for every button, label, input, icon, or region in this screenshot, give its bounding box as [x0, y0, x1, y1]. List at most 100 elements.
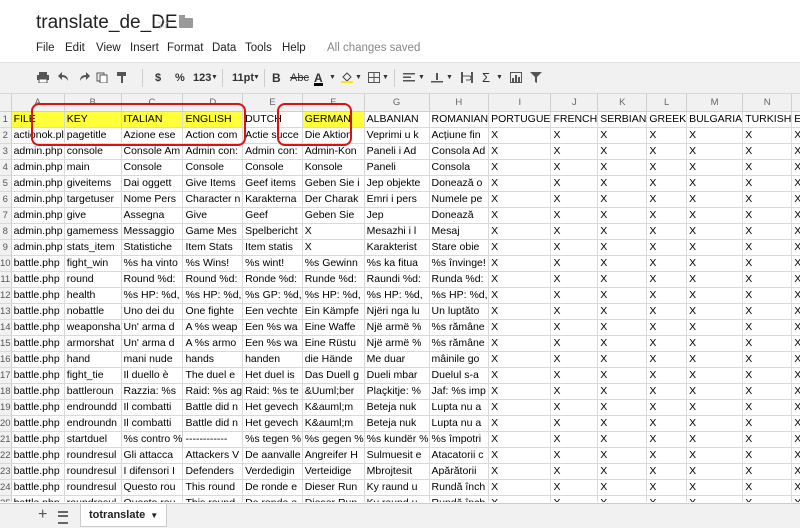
- cell[interactable]: Ky raund u: [364, 479, 430, 496]
- cell[interactable]: X: [791, 447, 800, 464]
- cell[interactable]: give: [64, 207, 122, 224]
- cell[interactable]: X: [597, 207, 648, 224]
- cell[interactable]: Donează o: [429, 175, 490, 192]
- cell[interactable]: main: [64, 159, 122, 176]
- cell[interactable]: X: [302, 239, 365, 256]
- cell[interactable]: X: [550, 399, 599, 416]
- cell[interactable]: battle.php: [11, 303, 65, 320]
- cell[interactable]: Ein Kämpfe: [302, 303, 365, 320]
- cell[interactable]: X: [686, 431, 744, 448]
- cell[interactable]: startduel: [64, 431, 122, 448]
- cell[interactable]: X: [488, 495, 552, 502]
- cell[interactable]: X: [646, 303, 688, 320]
- cell[interactable]: Acțiune fin: [429, 127, 490, 144]
- cell[interactable]: X: [488, 447, 552, 464]
- cell[interactable]: X: [742, 479, 793, 496]
- text-color-button[interactable]: A: [314, 70, 323, 86]
- cell[interactable]: Geef items: [242, 175, 303, 192]
- cell[interactable]: Paneli i Ad: [364, 143, 430, 160]
- cell[interactable]: die Hände: [302, 351, 365, 368]
- cell[interactable]: Game Mes: [182, 223, 244, 240]
- cell[interactable]: X: [550, 319, 599, 336]
- cell[interactable]: X: [488, 479, 552, 496]
- row-header[interactable]: 11: [0, 271, 12, 288]
- cell[interactable]: Spelbericht: [242, 223, 303, 240]
- cell[interactable]: X: [597, 239, 648, 256]
- cell[interactable]: Konsole: [302, 159, 365, 176]
- borders-icon[interactable]: [368, 72, 380, 83]
- cell[interactable]: Het gevech: [242, 415, 303, 432]
- redo-icon[interactable]: [78, 72, 90, 83]
- cell[interactable]: X: [488, 271, 552, 288]
- menu-edit[interactable]: Edit: [65, 42, 85, 54]
- cell[interactable]: Raid: %s te: [242, 383, 303, 400]
- cell[interactable]: X: [686, 463, 744, 480]
- cell[interactable]: X: [791, 127, 800, 144]
- cell[interactable]: BULGARIA: [686, 111, 744, 128]
- cell[interactable]: Character n: [182, 191, 244, 208]
- cell[interactable]: battle.php: [11, 287, 65, 304]
- cell[interactable]: battle.php: [11, 335, 65, 352]
- cell[interactable]: %s kundër %: [364, 431, 430, 448]
- cell[interactable]: X: [791, 351, 800, 368]
- cell[interactable]: Mesazhi i l: [364, 223, 430, 240]
- cell[interactable]: X: [488, 399, 552, 416]
- row-header[interactable]: 8: [0, 223, 12, 240]
- cell[interactable]: X: [791, 191, 800, 208]
- chevron-down-icon[interactable]: ▼: [150, 511, 158, 520]
- column-header-g[interactable]: G: [364, 94, 430, 112]
- cell[interactable]: X: [791, 159, 800, 176]
- cell[interactable]: FRENCH: [550, 111, 599, 128]
- cell[interactable]: X: [646, 127, 688, 144]
- cell[interactable]: %s Wins!: [182, 255, 244, 272]
- cell[interactable]: X: [686, 447, 744, 464]
- cell[interactable]: X: [550, 127, 599, 144]
- cell[interactable]: %s tegen %: [242, 431, 303, 448]
- cell[interactable]: X: [686, 239, 744, 256]
- cell[interactable]: Lupta nu a: [429, 415, 490, 432]
- cell[interactable]: nobattle: [64, 303, 122, 320]
- functions-icon[interactable]: Σ: [482, 70, 490, 86]
- cell[interactable]: Verdedigin: [242, 463, 303, 480]
- cell[interactable]: X: [488, 367, 552, 384]
- cell[interactable]: Een vechte: [242, 303, 303, 320]
- valign-icon[interactable]: [431, 72, 443, 83]
- cell[interactable]: X: [550, 175, 599, 192]
- cell[interactable]: X: [597, 287, 648, 304]
- cell[interactable]: endroundn: [64, 415, 122, 432]
- cell[interactable]: X: [742, 175, 793, 192]
- cell[interactable]: %s HP: %d,: [302, 287, 365, 304]
- row-header[interactable]: 24: [0, 479, 12, 496]
- menu-format[interactable]: Format: [167, 42, 203, 54]
- cell[interactable]: TURKISH: [742, 111, 793, 128]
- undo-icon[interactable]: [58, 72, 70, 83]
- cell[interactable]: The duel e: [182, 367, 244, 384]
- cell[interactable]: Dieser Run: [302, 495, 365, 502]
- cell[interactable]: X: [791, 383, 800, 400]
- cell[interactable]: K&auml;m: [302, 399, 365, 416]
- cell[interactable]: Uno dei du: [121, 303, 184, 320]
- align-icon[interactable]: [403, 72, 415, 83]
- cell[interactable]: X: [686, 287, 744, 304]
- cell[interactable]: X: [646, 207, 688, 224]
- cell[interactable]: X: [742, 431, 793, 448]
- cell[interactable]: X: [742, 495, 793, 502]
- cell[interactable]: X: [488, 127, 552, 144]
- cell[interactable]: X: [791, 431, 800, 448]
- cell[interactable]: battle.php: [11, 415, 65, 432]
- cell[interactable]: Mbrojtesit: [364, 463, 430, 480]
- cell[interactable]: Karakterna: [242, 191, 303, 208]
- cell[interactable]: X: [597, 447, 648, 464]
- cell[interactable]: X: [646, 271, 688, 288]
- cell[interactable]: Console: [242, 159, 303, 176]
- cell[interactable]: X: [550, 255, 599, 272]
- cell[interactable]: X: [742, 399, 793, 416]
- cell[interactable]: X: [488, 463, 552, 480]
- cell[interactable]: Ky raund u: [364, 495, 430, 502]
- cell[interactable]: X: [791, 415, 800, 432]
- cell[interactable]: X: [646, 479, 688, 496]
- cell[interactable]: X: [488, 351, 552, 368]
- cell[interactable]: Give: [182, 207, 244, 224]
- sheet-tab-totranslate[interactable]: totranslate ▼: [80, 504, 168, 527]
- cell[interactable]: %s HP: %d,: [364, 287, 430, 304]
